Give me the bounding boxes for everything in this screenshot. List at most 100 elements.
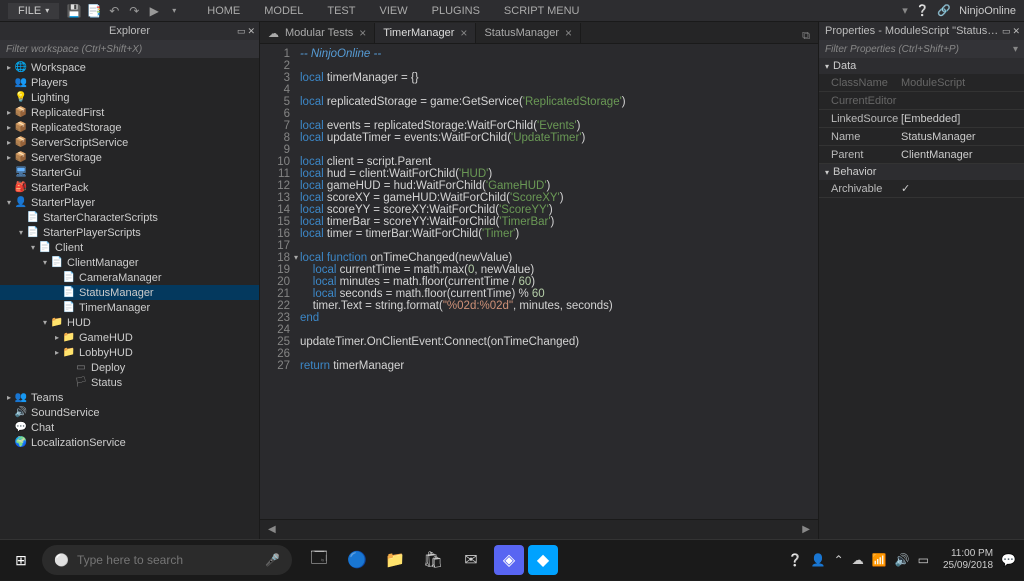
explorer-filter-input[interactable]: Filter workspace (Ctrl+Shift+X) (0, 40, 259, 58)
property-row[interactable]: NameStatusManager (819, 128, 1024, 146)
tree-arrow-icon[interactable]: ▾ (40, 258, 50, 267)
editor-tab[interactable]: ☁Modular Tests× (260, 23, 375, 43)
tree-item[interactable]: ▸📦ServerScriptService (0, 135, 259, 150)
tree-item[interactable]: ▸📁LobbyHUD (0, 345, 259, 360)
editor-tab[interactable]: TimerManager× (375, 23, 476, 43)
tray-language-icon[interactable]: ▭ (918, 553, 929, 567)
tree-item[interactable]: ▾📄Client (0, 240, 259, 255)
property-value[interactable]: StatusManager (897, 131, 1024, 143)
notifications-icon[interactable]: 💬 (1001, 553, 1016, 567)
mail-icon[interactable]: ✉ (452, 540, 490, 581)
tree-item[interactable]: ▾📄ClientManager (0, 255, 259, 270)
tree-item[interactable]: ▸📦ServerStorage (0, 150, 259, 165)
tree-item[interactable]: 📄StarterCharacterScripts (0, 210, 259, 225)
share-icon[interactable]: 🔗 (937, 4, 951, 17)
tray-people-icon[interactable]: 👤 (811, 553, 826, 567)
tree-item[interactable]: ▸📁GameHUD (0, 330, 259, 345)
tree-item[interactable]: 📄StatusManager (0, 285, 259, 300)
tree-item[interactable]: ▾📁HUD (0, 315, 259, 330)
tray-chevron-up-icon[interactable]: ⌃ (834, 553, 844, 567)
ribbon-tab[interactable]: PLUGINS (430, 1, 482, 21)
store-icon[interactable]: 🛍 (414, 540, 452, 581)
chrome-icon[interactable]: 🔵 (338, 540, 376, 581)
tree-item[interactable]: ▸🌐Workspace (0, 60, 259, 75)
tree-arrow-icon[interactable]: ▸ (4, 153, 14, 162)
code-editor[interactable]: 123456789101112131415161718▾192021222324… (260, 44, 818, 519)
tree-item[interactable]: 🎒StarterPack (0, 180, 259, 195)
tree-item[interactable]: ▸📦ReplicatedStorage (0, 120, 259, 135)
save-all-icon[interactable]: 📑 (87, 4, 101, 18)
tree-item[interactable]: 📄CameraManager (0, 270, 259, 285)
tree-item[interactable]: 🔊SoundService (0, 405, 259, 420)
property-row[interactable]: ParentClientManager (819, 146, 1024, 164)
file-menu-button[interactable]: FILE ▾ (8, 3, 59, 19)
ribbon-tab[interactable]: VIEW (378, 1, 410, 21)
toolbar-menu-chevron-icon[interactable]: ▾ (167, 4, 181, 18)
explorer-tree[interactable]: ▸🌐Workspace👥Players💡Lighting▸📦Replicated… (0, 58, 259, 539)
discord-icon[interactable]: ◈ (494, 545, 524, 575)
editor-split-icon[interactable]: ⧉ (794, 30, 818, 43)
tree-arrow-icon[interactable]: ▾ (16, 228, 26, 237)
undo-icon[interactable]: ↶ (107, 4, 121, 18)
ribbon-tab[interactable]: HOME (205, 1, 242, 21)
close-icon[interactable]: ✕ (247, 26, 255, 37)
nav-forward-icon[interactable]: ▶ (802, 524, 810, 535)
editor-tab[interactable]: StatusManager× (476, 23, 581, 43)
tray-network-icon[interactable]: 📶 (872, 553, 887, 567)
search-input[interactable] (77, 553, 257, 567)
tree-arrow-icon[interactable]: ▸ (4, 393, 14, 402)
undock-icon[interactable]: ▭ (1002, 26, 1011, 37)
play-icon[interactable]: ▶ (147, 4, 161, 18)
tray-onedrive-icon[interactable]: ☁ (852, 553, 864, 567)
tree-item[interactable]: 🏳Status (0, 375, 259, 390)
tree-item[interactable]: 🌍LocalizationService (0, 435, 259, 450)
tree-item[interactable]: 👥Players (0, 75, 259, 90)
tray-help-icon[interactable]: ❔ (788, 553, 803, 567)
tab-close-icon[interactable]: × (565, 26, 572, 40)
roblox-studio-icon[interactable]: ◆ (528, 545, 558, 575)
property-row[interactable]: ClassNameModuleScript (819, 74, 1024, 92)
property-row[interactable]: LinkedSource[Embedded] (819, 110, 1024, 128)
redo-icon[interactable]: ↷ (127, 4, 141, 18)
undock-icon[interactable]: ▭ (237, 26, 246, 37)
properties-filter-input[interactable]: Filter Properties (Ctrl+Shift+P) ▾ (819, 40, 1024, 58)
tree-item[interactable]: 💬Chat (0, 420, 259, 435)
tree-item[interactable]: ▾📄StarterPlayerScripts (0, 225, 259, 240)
property-section-header[interactable]: ▾Behavior (819, 164, 1024, 180)
tray-volume-icon[interactable]: 🔊 (895, 553, 910, 567)
username-label[interactable]: NinjoOnline (959, 5, 1016, 17)
tree-item[interactable]: 💡Lighting (0, 90, 259, 105)
tree-item[interactable]: ▸👥Teams (0, 390, 259, 405)
property-value[interactable]: ModuleScript (897, 77, 1024, 89)
ribbon-tab[interactable]: MODEL (262, 1, 305, 21)
property-row[interactable]: CurrentEditor (819, 92, 1024, 110)
tree-item[interactable]: 🖥StarterGui (0, 165, 259, 180)
tree-arrow-icon[interactable]: ▸ (4, 63, 14, 72)
tree-arrow-icon[interactable]: ▾ (40, 318, 50, 327)
save-icon[interactable]: 💾 (67, 4, 81, 18)
code-content[interactable]: -- NinjoOnline -- local timerManager = {… (300, 48, 818, 519)
property-row[interactable]: Archivable✓ (819, 180, 1024, 198)
tree-arrow-icon[interactable]: ▸ (52, 348, 62, 357)
ribbon-tab[interactable]: SCRIPT MENU (502, 1, 582, 21)
property-section-header[interactable]: ▾Data (819, 58, 1024, 74)
tree-item[interactable]: ▸📦ReplicatedFirst (0, 105, 259, 120)
start-button[interactable]: ⊞ (0, 540, 42, 581)
tree-item[interactable]: ▾👤StarterPlayer (0, 195, 259, 210)
cortana-search[interactable]: ⚪ 🎤 (42, 545, 292, 575)
tree-arrow-icon[interactable]: ▸ (4, 138, 14, 147)
nav-back-icon[interactable]: ◀ (268, 524, 276, 535)
property-value[interactable]: ✓ (897, 182, 1024, 195)
tree-item[interactable]: 📄TimerManager (0, 300, 259, 315)
close-icon[interactable]: ✕ (1012, 26, 1020, 37)
tab-close-icon[interactable]: × (460, 26, 467, 40)
tree-arrow-icon[interactable]: ▾ (4, 198, 14, 207)
fold-arrow-icon[interactable]: ▾ (294, 252, 298, 264)
file-explorer-icon[interactable]: 📁 (376, 540, 414, 581)
ribbon-tab[interactable]: TEST (325, 1, 357, 21)
tree-arrow-icon[interactable]: ▸ (52, 333, 62, 342)
property-value[interactable]: [Embedded] (897, 113, 1024, 125)
tree-arrow-icon[interactable]: ▸ (4, 123, 14, 132)
tree-arrow-icon[interactable]: ▸ (4, 108, 14, 117)
collapse-icon[interactable]: ▾ (902, 4, 908, 17)
